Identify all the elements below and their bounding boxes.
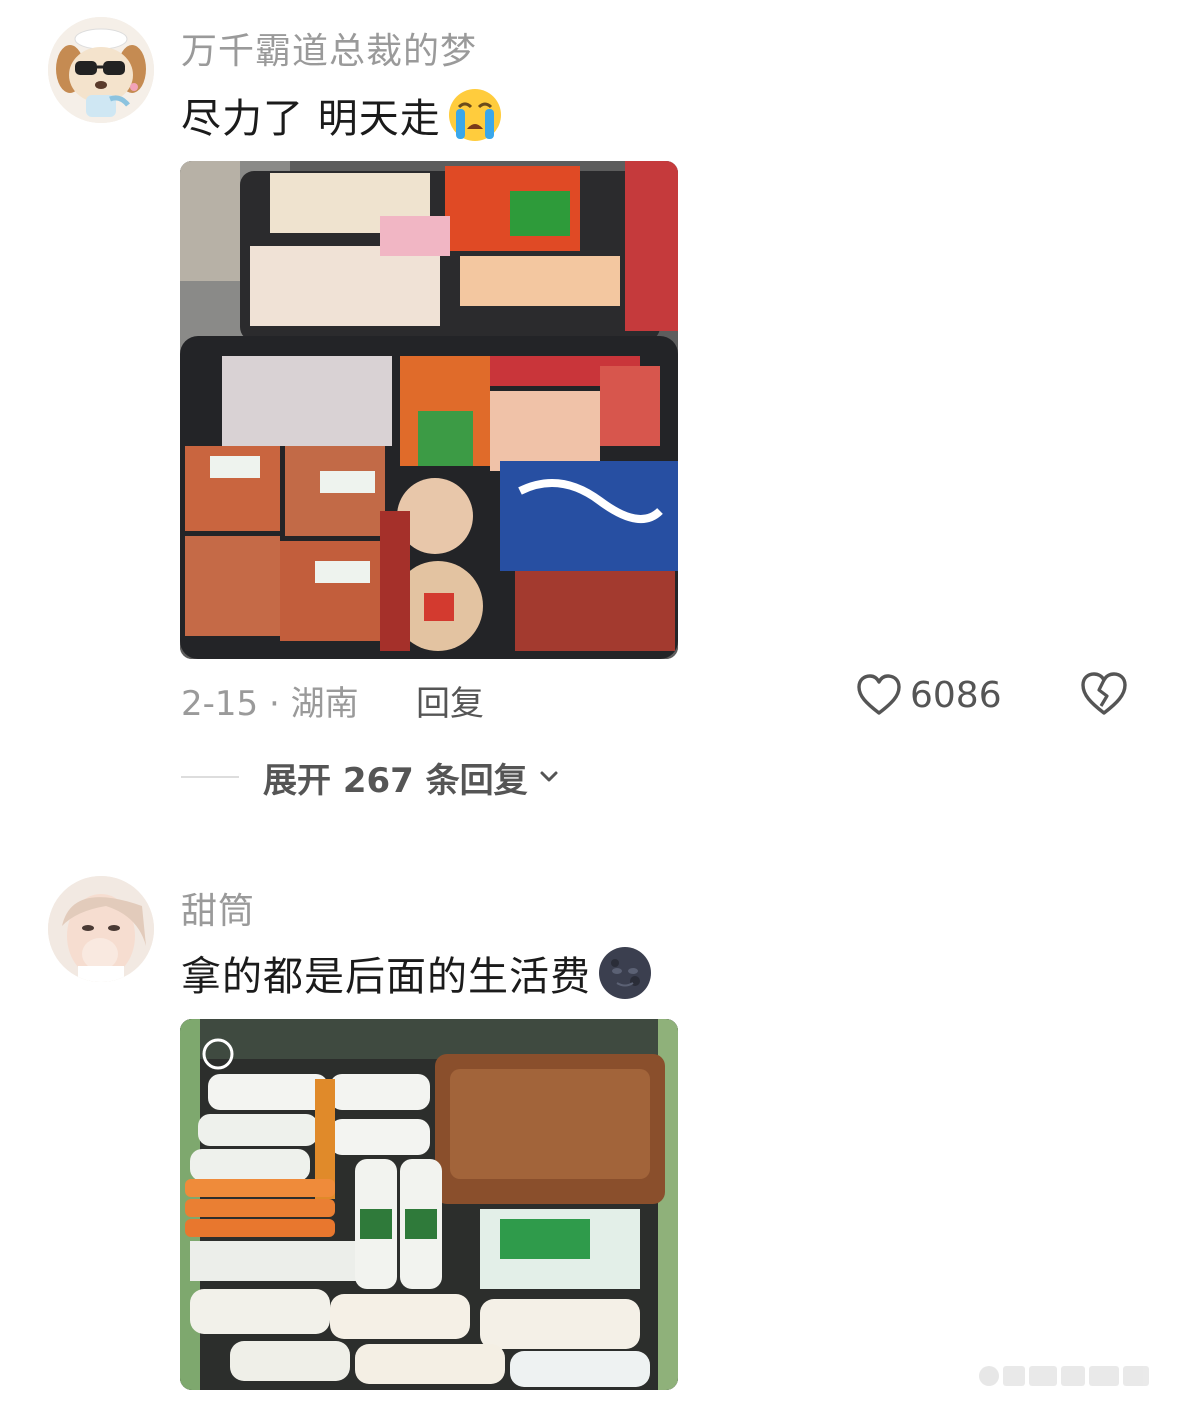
- watermark-dot: [979, 1366, 999, 1386]
- like-count: 6086: [910, 674, 1002, 716]
- watermark: [979, 1358, 1169, 1394]
- avatar[interactable]: [48, 17, 154, 123]
- expand-replies-label: 展开 267 条回复: [263, 760, 528, 801]
- watermark-mark: [1061, 1366, 1085, 1386]
- comment-meta: 2-15 · 湖南 回复 6086: [181, 672, 1141, 726]
- watermark-mark: [1003, 1366, 1025, 1386]
- watermark-mark: [1089, 1366, 1119, 1386]
- avatar[interactable]: [48, 876, 154, 982]
- like-button[interactable]: 6086: [856, 670, 1002, 720]
- suitcase-milk-photo[interactable]: [180, 1019, 678, 1390]
- comment-text: 尽力了 明天走: [181, 86, 503, 144]
- new-moon-face-icon: [599, 947, 651, 999]
- girl-photo-avatar-icon: [48, 876, 154, 982]
- reply-button[interactable]: 回复: [416, 676, 484, 725]
- comment-text-content: 尽力了 明天走: [181, 96, 441, 142]
- divider: [181, 776, 239, 778]
- heart-outline-icon: [857, 674, 901, 715]
- suitcase-photo-image: [180, 161, 678, 659]
- broken-heart-icon: [1081, 672, 1127, 715]
- chevron-down-icon: [540, 771, 558, 782]
- watermark-mark: [1123, 1366, 1149, 1386]
- watermark-mark: [1029, 1366, 1057, 1386]
- username[interactable]: 甜筒: [181, 882, 255, 934]
- cartoon-dog-avatar-icon: [48, 17, 154, 123]
- loudly-crying-face-icon: [448, 89, 501, 141]
- dislike-button[interactable]: [1079, 670, 1129, 720]
- comment-date-location: 2-15 · 湖南: [181, 684, 359, 724]
- comment-text-content: 拿的都是后面的生活费: [181, 954, 591, 1000]
- username[interactable]: 万千霸道总裁的梦: [181, 22, 477, 74]
- suitcase-snacks-photo[interactable]: [180, 161, 678, 659]
- comment-text: 拿的都是后面的生活费: [181, 944, 653, 1002]
- expand-replies-button[interactable]: 展开 267 条回复: [181, 752, 560, 802]
- comment-feed: 万千霸道总裁的梦 尽力了 明天走 2-15 · 湖南 回复 6086 展开 26…: [0, 0, 1179, 1404]
- suitcase-photo-image: [180, 1019, 678, 1390]
